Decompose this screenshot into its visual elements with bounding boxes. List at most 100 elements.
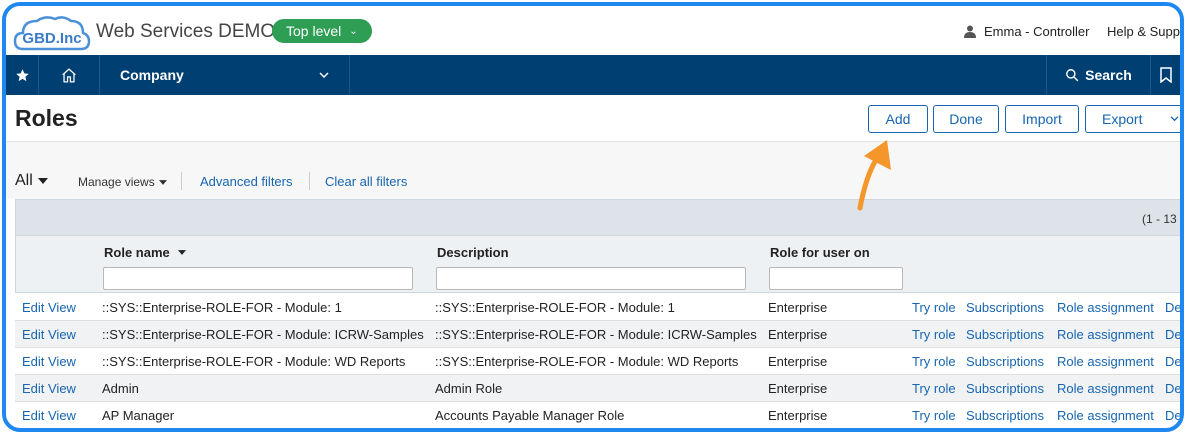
page-title: Roles bbox=[15, 105, 78, 131]
row-delete-link[interactable]: De bbox=[1165, 408, 1180, 423]
app-title: Web Services DEMO bbox=[96, 21, 276, 42]
clear-filters-link[interactable]: Clear all filters bbox=[325, 174, 407, 189]
row-try-role-link[interactable]: Try role bbox=[912, 354, 956, 369]
row-description: ::SYS::Enterprise-ROLE-FOR - Module: 1 bbox=[435, 300, 675, 315]
manage-views-label: Manage views bbox=[78, 175, 155, 189]
row-subscriptions-link[interactable]: Subscriptions bbox=[966, 381, 1044, 396]
row-try-role-link[interactable]: Try role bbox=[912, 408, 956, 423]
row-description: ::SYS::Enterprise-ROLE-FOR - Module: WD … bbox=[435, 354, 739, 369]
svg-text:GBD.Inc: GBD.Inc bbox=[22, 30, 81, 47]
help-link[interactable]: Help & Support bbox=[1107, 24, 1180, 39]
level-label: Top level bbox=[286, 23, 342, 39]
row-subscriptions-link[interactable]: Subscriptions bbox=[966, 327, 1044, 342]
caret-down-icon bbox=[37, 178, 48, 184]
screenshot-frame: GBD.Inc Web Services DEMO Top level ⌄ Em… bbox=[2, 2, 1184, 432]
chevron-down-icon bbox=[1171, 116, 1179, 122]
row-role-for: Enterprise bbox=[768, 354, 828, 369]
page-header: Roles Add Done Import Export bbox=[6, 95, 1180, 142]
row-role-assignment-link[interactable]: Role assignment bbox=[1057, 408, 1154, 423]
search-button[interactable]: Search bbox=[1046, 55, 1151, 95]
star-icon bbox=[15, 68, 29, 81]
row-role-assignment-link[interactable]: Role assignment bbox=[1057, 354, 1154, 369]
company-menu[interactable]: Company bbox=[100, 55, 350, 95]
search-icon bbox=[1066, 69, 1079, 82]
view-label: All bbox=[15, 172, 33, 189]
row-try-role-link[interactable]: Try role bbox=[912, 327, 956, 342]
row-role-assignment-link[interactable]: Role assignment bbox=[1057, 381, 1154, 396]
bookmark-icon bbox=[1160, 67, 1172, 83]
column-header-role-for[interactable]: Role for user on bbox=[770, 245, 870, 260]
row-role-name: ::SYS::Enterprise-ROLE-FOR - Module: ICR… bbox=[102, 327, 424, 342]
row-delete-link[interactable]: De bbox=[1165, 327, 1180, 342]
divider bbox=[181, 172, 182, 190]
row-role-name: ::SYS::Enterprise-ROLE-FOR - Module: WD … bbox=[102, 354, 406, 369]
table-row: Edit View::SYS::Enterprise-ROLE-FOR - Mod… bbox=[15, 321, 1180, 348]
chevron-down-icon bbox=[319, 71, 329, 78]
export-button[interactable]: Export bbox=[1085, 105, 1180, 133]
record-count: (1 - 13 of bbox=[1142, 212, 1180, 226]
manage-views-menu[interactable]: Manage views bbox=[78, 175, 167, 189]
row-view-link[interactable]: View bbox=[48, 354, 76, 369]
filter-bar: All Manage views Advanced filters Clear … bbox=[6, 142, 1180, 199]
row-edit-link[interactable]: Edit bbox=[22, 408, 44, 423]
row-subscriptions-link[interactable]: Subscriptions bbox=[966, 354, 1044, 369]
home-button[interactable] bbox=[39, 55, 100, 95]
row-view-link[interactable]: View bbox=[48, 408, 76, 423]
user-icon bbox=[964, 25, 976, 38]
row-role-name: Admin bbox=[102, 381, 139, 396]
row-role-assignment-link[interactable]: Role assignment bbox=[1057, 327, 1154, 342]
row-role-for: Enterprise bbox=[768, 408, 828, 423]
annotation-arrow-icon bbox=[857, 140, 891, 211]
row-subscriptions-link[interactable]: Subscriptions bbox=[966, 408, 1044, 423]
row-role-for: Enterprise bbox=[768, 327, 828, 342]
level-selector[interactable]: Top level ⌄ bbox=[272, 19, 372, 43]
user-menu[interactable]: Emma - Controller bbox=[964, 24, 1089, 39]
row-try-role-link[interactable]: Try role bbox=[912, 381, 956, 396]
description-filter-input[interactable] bbox=[436, 267, 746, 290]
chevron-down-icon: ⌄ bbox=[349, 25, 358, 37]
row-try-role-link[interactable]: Try role bbox=[912, 300, 956, 315]
row-description: ::SYS::Enterprise-ROLE-FOR - Module: ICR… bbox=[435, 327, 757, 342]
sort-icon bbox=[177, 250, 186, 255]
row-subscriptions-link[interactable]: Subscriptions bbox=[966, 300, 1044, 315]
bookmark-button[interactable] bbox=[1151, 55, 1180, 95]
row-view-link[interactable]: View bbox=[48, 381, 76, 396]
table-toolbar: (1 - 13 of bbox=[15, 199, 1180, 236]
company-label: Company bbox=[120, 67, 184, 83]
row-delete-link[interactable]: De bbox=[1165, 354, 1180, 369]
row-role-for: Enterprise bbox=[768, 381, 828, 396]
home-icon bbox=[62, 67, 76, 83]
table-header: Role name Description Role for user on bbox=[15, 236, 1180, 293]
table-row: Edit View::SYS::Enterprise-ROLE-FOR - Mod… bbox=[15, 348, 1180, 375]
table-row: Edit View AP Manager Accounts Payable Manag… bbox=[15, 402, 1180, 428]
export-label: Export bbox=[1102, 111, 1143, 127]
company-logo: GBD.Inc bbox=[13, 16, 91, 51]
row-delete-link[interactable]: De bbox=[1165, 381, 1180, 396]
search-label: Search bbox=[1085, 67, 1132, 83]
done-button[interactable]: Done bbox=[933, 105, 999, 133]
advanced-filters-link[interactable]: Advanced filters bbox=[200, 174, 293, 189]
column-header-description[interactable]: Description bbox=[437, 245, 509, 260]
column-header-role-name[interactable]: Role name bbox=[104, 245, 186, 260]
role-for-filter-input[interactable] bbox=[769, 267, 903, 290]
row-edit-link[interactable]: Edit bbox=[22, 327, 44, 342]
row-view-link[interactable]: View bbox=[48, 300, 76, 315]
favorites-button[interactable] bbox=[6, 55, 39, 95]
add-button[interactable]: Add bbox=[868, 105, 928, 133]
column-label: Role name bbox=[104, 245, 170, 260]
row-description: Admin Role bbox=[435, 381, 503, 396]
row-edit-link[interactable]: Edit bbox=[22, 354, 44, 369]
import-button[interactable]: Import bbox=[1005, 105, 1079, 133]
row-view-link[interactable]: View bbox=[48, 327, 76, 342]
table-row: Edit View::SYS::Enterprise-ROLE-FOR - Mod… bbox=[15, 294, 1180, 321]
top-header: GBD.Inc Web Services DEMO Top level ⌄ Em… bbox=[6, 6, 1180, 55]
row-role-name: AP Manager bbox=[102, 408, 175, 423]
role-name-filter-input[interactable] bbox=[103, 267, 413, 290]
row-delete-link[interactable]: De bbox=[1165, 300, 1180, 315]
row-description: Accounts Payable Manager Role bbox=[435, 408, 625, 423]
divider bbox=[309, 172, 310, 190]
row-edit-link[interactable]: Edit bbox=[22, 300, 44, 315]
view-selector[interactable]: All bbox=[15, 172, 48, 190]
row-role-assignment-link[interactable]: Role assignment bbox=[1057, 300, 1154, 315]
row-edit-link[interactable]: Edit bbox=[22, 381, 44, 396]
